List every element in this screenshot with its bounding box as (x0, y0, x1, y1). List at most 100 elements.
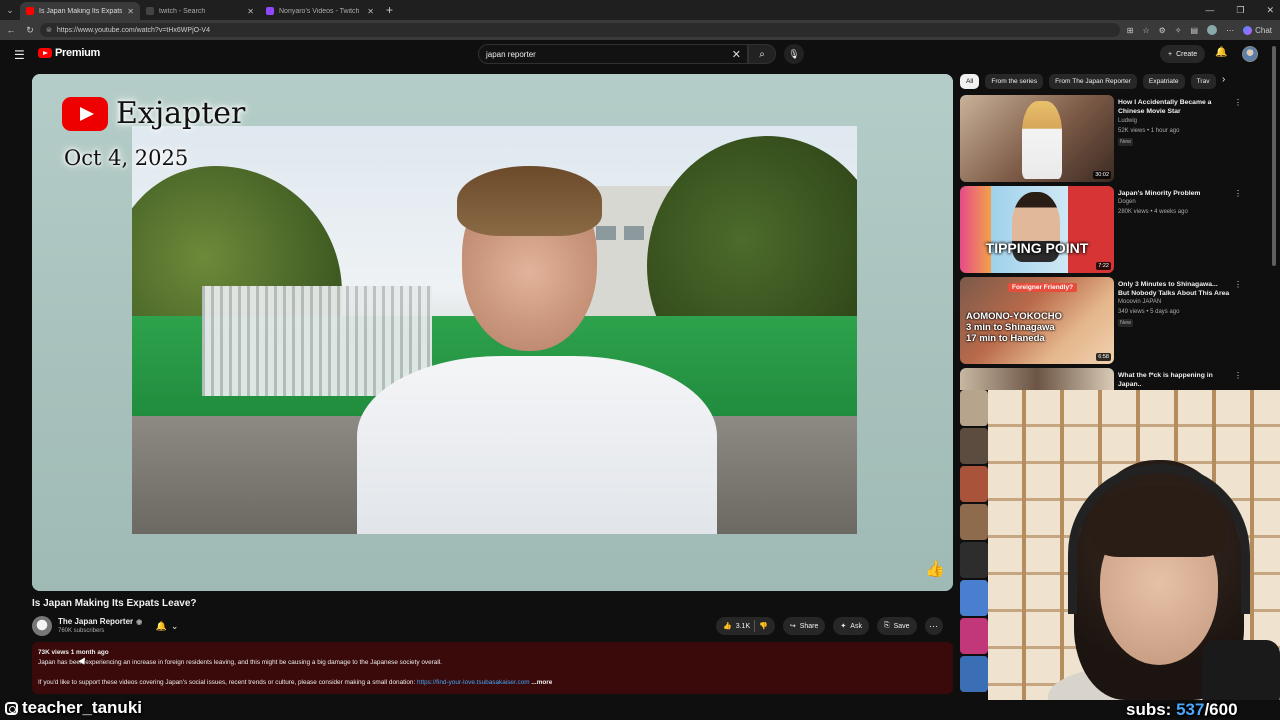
presenter-shirt (357, 356, 717, 534)
close-icon[interactable]: ✕ (367, 7, 374, 16)
recommended-channel[interactable]: Dogen (1118, 199, 1136, 205)
create-label: Create (1176, 50, 1198, 58)
channel-name[interactable]: The Japan Reporter ◉ (58, 617, 142, 626)
hamburger-menu-icon[interactable]: ☰ (14, 48, 25, 62)
ask-label: Ask (850, 622, 862, 630)
more-menu-icon[interactable]: ⋯ (1226, 26, 1234, 35)
duration-badge: 7:22 (1096, 262, 1111, 270)
thumbnail-fragment[interactable] (960, 504, 988, 540)
page-scrollbar[interactable] (1272, 46, 1276, 266)
recommended-title: Only 3 Minutes to Shinagawa... But Nobod… (1118, 281, 1230, 297)
save-button[interactable]: ⎘ Save (876, 617, 917, 635)
voice-search-button[interactable]: 🎙 (784, 44, 804, 64)
like-dislike-button[interactable]: 👍 3.1K 👎 (716, 617, 775, 635)
bookmark-icon: ⎘ (883, 622, 890, 629)
extension-icon[interactable]: ⚙ (1159, 26, 1166, 35)
chevron-right-icon[interactable]: › (1222, 74, 1225, 85)
chip-travel[interactable]: Trav (1190, 74, 1216, 89)
thumbnail-fragment[interactable] (960, 618, 988, 654)
bookmark-star-icon[interactable]: ☆ (1142, 26, 1149, 35)
ask-button[interactable]: ✦ Ask (833, 617, 869, 635)
thumbnail-fragment[interactable] (960, 656, 988, 692)
like-count: 3.1K (735, 622, 751, 630)
reload-icon[interactable]: ↻ (25, 25, 35, 36)
tab-title: Is Japan Making Its Expats Lea (39, 7, 123, 15)
chip-from-the-series[interactable]: From the series (985, 74, 1044, 89)
instagram-icon (5, 701, 18, 715)
search-icon: ⌕ (759, 48, 765, 60)
share-button[interactable]: ↪ Share (782, 617, 826, 635)
dislike-icon[interactable]: 👎 (759, 622, 768, 630)
recommended-video[interactable]: TIPPING POINT 7:22 Japan's Minority Prob… (960, 186, 1242, 274)
profile-avatar[interactable] (1207, 25, 1218, 35)
minimize-icon[interactable]: — (1205, 5, 1214, 15)
install-app-icon[interactable]: ⊞ (1127, 26, 1134, 35)
url-text: https://www.youtube.com/watch?v=tHx6WPjO… (56, 26, 210, 34)
close-icon[interactable]: ✕ (247, 7, 254, 16)
recommended-video[interactable]: 30:02 How I Accidentally Became a Chines… (960, 95, 1242, 183)
thumbnail-fragment[interactable] (960, 428, 988, 464)
search-favicon-icon (146, 7, 154, 15)
subscription-notification-button[interactable]: 🔔 ⌄ (150, 617, 184, 635)
restore-icon[interactable]: ❐ (1236, 5, 1244, 16)
new-tab-plus-icon[interactable]: + (386, 3, 393, 17)
logo-text: Premium (55, 47, 100, 59)
thumbnail-fragment[interactable] (960, 466, 988, 502)
video-thumbnail[interactable]: 30:02 (960, 95, 1114, 182)
back-arrow-icon[interactable]: ← (6, 25, 16, 35)
recommended-title: What the f*ck is happening in Japan.. (1118, 372, 1213, 388)
youtube-header: ☰ Premium japan reporter ✕ ⌕ 🎙 + Create … (0, 40, 1280, 68)
close-icon[interactable]: ✕ (127, 7, 134, 16)
video-menu-icon[interactable]: ⋮ (1234, 98, 1242, 107)
window-close-icon[interactable]: ✕ (1266, 5, 1274, 16)
video-thumbnail[interactable]: TIPPING POINT 7:22 (960, 186, 1114, 273)
video-menu-icon[interactable]: ⋮ (1234, 280, 1242, 289)
video-menu-icon[interactable]: ⋮ (1234, 371, 1240, 380)
youtube-logo[interactable]: Premium (38, 47, 100, 59)
thumbnail-fragment[interactable] (960, 542, 988, 578)
browser-tab-twitch-search[interactable]: twitch - Search ✕ (140, 2, 260, 20)
search-button[interactable]: ⌕ (748, 44, 776, 64)
search-value: japan reporter (486, 49, 536, 59)
browser-tab-twitch-videos[interactable]: Noriyaro's Videos - Twitch ✕ (260, 2, 380, 20)
channel-avatar[interactable] (32, 616, 52, 636)
recommended-channel[interactable]: Mooovin JAPAN (1118, 299, 1161, 305)
verified-icon: ◉ (136, 618, 143, 626)
puzzle-icon[interactable]: ✧ (1175, 26, 1182, 35)
recommended-video[interactable]: Foreigner Friendly? AOMONO-YOKOCHO 3 min… (960, 277, 1242, 365)
new-badge: New (1118, 319, 1134, 327)
subs-current: 537 (1176, 700, 1205, 719)
account-avatar[interactable] (1242, 46, 1258, 62)
show-more-link[interactable]: ...more (531, 679, 552, 686)
youtube-logo-icon (62, 96, 108, 131)
chip-all[interactable]: All (960, 74, 980, 89)
split-view-icon[interactable]: ▤ (1191, 26, 1199, 35)
clear-search-icon[interactable]: ✕ (732, 48, 741, 61)
recommended-video[interactable]: What the f*ck is happening in Japan.. ⋮ (960, 368, 1240, 390)
video-thumbnail[interactable] (960, 368, 1114, 390)
site-info-icon[interactable]: ⊜ (46, 26, 52, 34)
recommended-meta: 280K views • 4 weeks ago (1118, 209, 1188, 215)
description-box[interactable]: 73K views 1 month ago Japan has been exp… (32, 642, 953, 694)
notifications-bell-icon[interactable]: 🔔 (1215, 47, 1227, 58)
thumbnail-fragment[interactable] (960, 390, 988, 426)
more-actions-icon[interactable]: ⋯ (924, 617, 943, 635)
chip-from-channel[interactable]: From The Japan Reporter (1049, 74, 1137, 89)
recommended-channel[interactable]: Ludwig (1118, 118, 1137, 124)
address-bar[interactable]: ⊜ https://www.youtube.com/watch?v=tHx6WP… (40, 23, 1120, 37)
thumbnail-fragment[interactable] (960, 580, 988, 616)
tab-search-icon[interactable]: ⌄ (0, 0, 20, 20)
video-thumbnail[interactable]: Foreigner Friendly? AOMONO-YOKOCHO 3 min… (960, 277, 1114, 364)
donation-link[interactable]: https://find-your-love.tsubasakaiser.com (417, 679, 530, 686)
like-icon[interactable]: 👍 (723, 622, 732, 630)
search-input[interactable]: japan reporter ✕ (478, 44, 748, 64)
chat-button[interactable]: Chat (1243, 25, 1272, 35)
upload-age: 1 month ago (70, 649, 109, 656)
duration-badge: 6:58 (1096, 353, 1111, 361)
subs-goal: /600 (1204, 700, 1238, 719)
chip-expatriate[interactable]: Expatriate (1142, 74, 1185, 89)
video-menu-icon[interactable]: ⋮ (1234, 189, 1242, 198)
video-player[interactable]: Exjapter Oct 4, 2025 👍 (32, 74, 953, 591)
create-button[interactable]: + Create (1160, 45, 1206, 63)
browser-tab-youtube[interactable]: Is Japan Making Its Expats Lea ✕ (20, 2, 140, 20)
